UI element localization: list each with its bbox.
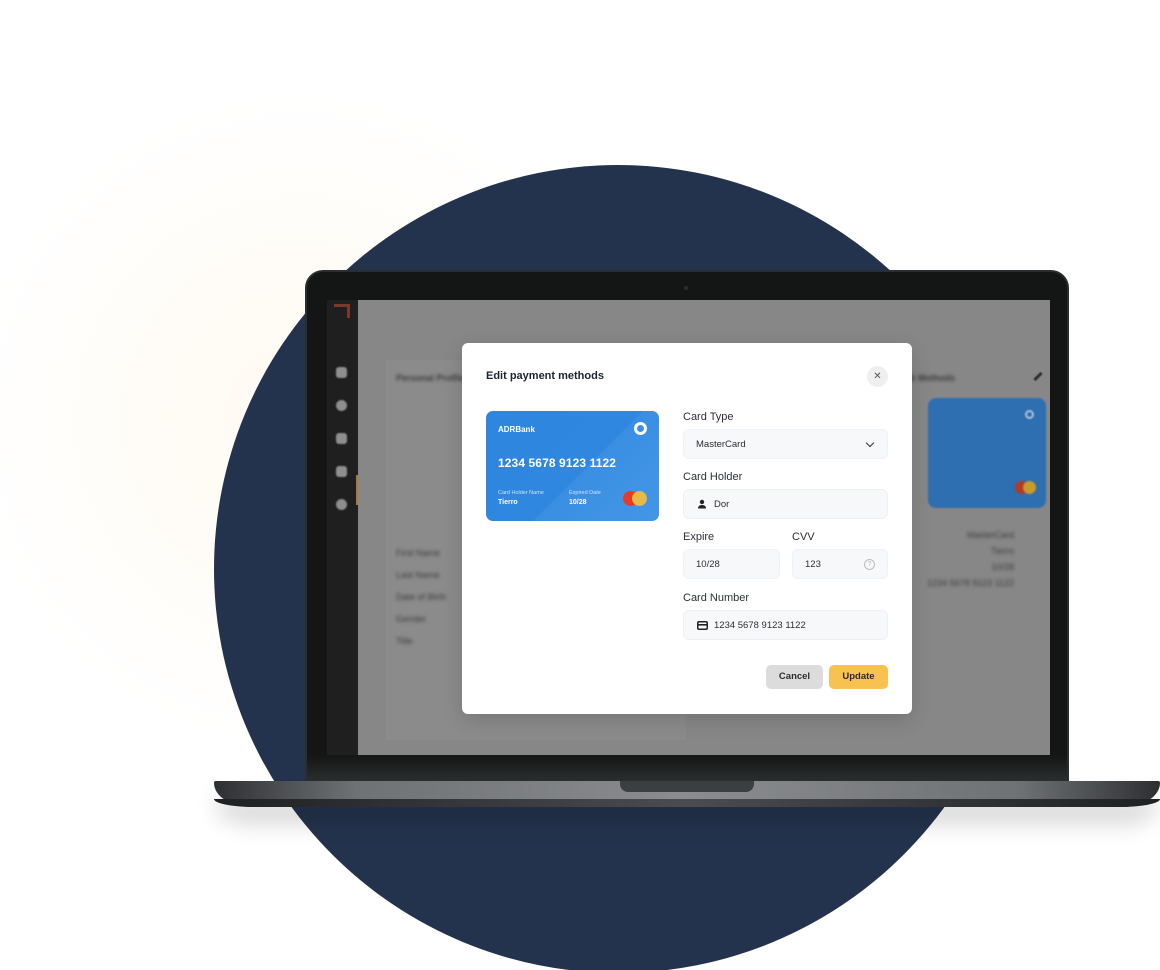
home-icon[interactable] xyxy=(336,367,347,378)
expire-input[interactable]: 10/28 xyxy=(683,549,780,579)
card-holder-label: Card Holder Name xyxy=(498,490,544,496)
cvv-value: 123 xyxy=(805,558,821,570)
profile-field-label: Title xyxy=(396,636,413,646)
card-holder-field-label: Card Holder xyxy=(683,471,743,483)
card-logo-icon xyxy=(634,422,647,435)
cvv-label: CVV xyxy=(792,531,815,543)
card-number-value: 1234 5678 9123 1122 xyxy=(714,619,806,631)
card-type-value: MasterCard xyxy=(696,438,746,450)
payment-value: 1234 5678 9123 1122 xyxy=(927,578,1014,588)
app-logo xyxy=(334,304,350,318)
credit-card-icon xyxy=(696,619,708,631)
payment-value: 10/28 xyxy=(991,562,1014,572)
cvv-input[interactable]: 123 ? xyxy=(792,549,888,579)
payment-value: Tierro xyxy=(990,546,1014,556)
expire-label: Expire xyxy=(683,531,715,543)
profile-field-label: First Name xyxy=(396,548,441,558)
card-number: 1234 5678 9123 1122 xyxy=(498,456,617,470)
card-holder-input[interactable]: Dor xyxy=(683,489,888,519)
app-sidebar xyxy=(327,300,359,755)
card-bank-name: ADRBank xyxy=(498,425,535,434)
card-number-input[interactable]: 1234 5678 9123 1122 xyxy=(683,610,888,640)
profile-field-label: Date of Birth xyxy=(396,592,447,602)
laptop-base-lip xyxy=(214,799,1160,807)
card-expiry-label: Expired Date xyxy=(569,490,601,496)
payment-card-preview xyxy=(928,398,1046,508)
card-preview: ADRBank 1234 5678 9123 1122 Card Holder … xyxy=(486,411,659,521)
settings-icon[interactable] xyxy=(336,499,347,510)
profile-field-label: Gender xyxy=(396,614,427,624)
card-number-label: Card Number xyxy=(683,592,750,604)
card-holder-value: Dor xyxy=(714,498,730,510)
laptop-notch xyxy=(620,781,754,792)
edit-icon[interactable] xyxy=(1033,371,1043,382)
update-button[interactable]: Update xyxy=(829,665,888,689)
mastercard-icon-overlap xyxy=(1023,481,1036,494)
edit-payment-modal: Edit payment methods ✕ ADRBank 1234 5678… xyxy=(462,343,912,714)
profile-panel-title: Personal Profile xyxy=(396,373,465,383)
card-logo-icon xyxy=(1025,410,1034,419)
close-icon: ✕ xyxy=(873,371,882,382)
card-type-select[interactable]: MasterCard xyxy=(683,429,888,459)
cancel-button[interactable]: Cancel xyxy=(766,665,823,689)
expire-value: 10/28 xyxy=(696,558,720,570)
payment-value: MasterCard xyxy=(966,530,1014,540)
user-icon xyxy=(696,498,708,510)
calendar-icon[interactable] xyxy=(336,433,347,444)
chat-icon[interactable] xyxy=(336,400,347,411)
promo-stage: Personal Profile First Name Last Name Da… xyxy=(0,0,1160,970)
chevron-down-icon xyxy=(865,438,875,448)
document-icon[interactable] xyxy=(336,466,347,477)
profile-field-label: Last Name xyxy=(396,570,440,580)
laptop-hinge xyxy=(307,755,1067,781)
help-icon[interactable]: ? xyxy=(864,559,875,570)
card-type-label: Card Type xyxy=(683,411,734,423)
camera-icon xyxy=(684,286,688,290)
modal-title: Edit payment methods xyxy=(486,370,604,382)
card-expiry-value: 10/28 xyxy=(569,499,587,506)
close-button[interactable]: ✕ xyxy=(867,366,888,387)
mastercard-icon-overlap xyxy=(632,491,647,506)
card-holder-value: Tierro xyxy=(498,499,518,506)
